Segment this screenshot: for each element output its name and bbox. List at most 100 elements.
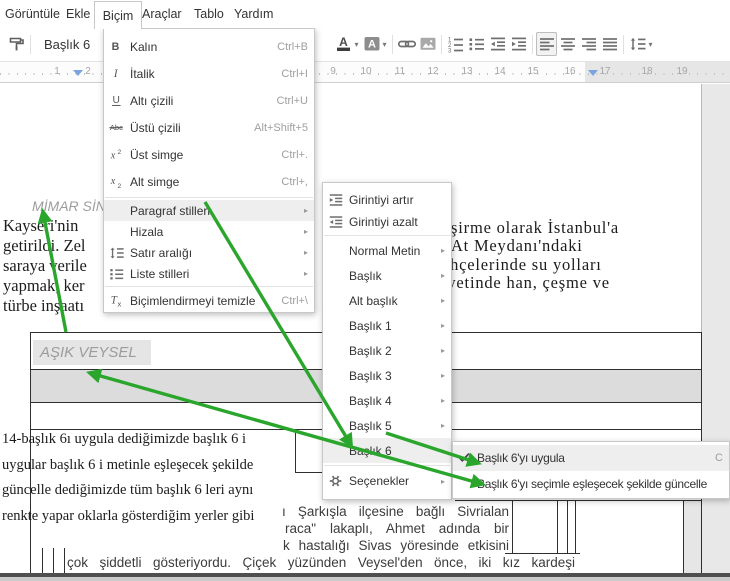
svg-text:A: A xyxy=(340,35,349,49)
table-border-line xyxy=(53,548,54,573)
menu-item-bicimlendirmeyi-temizle[interactable]: Tx Biçimlendirmeyi temizle Ctrl+\ xyxy=(104,289,314,312)
menu-item-baslik-6[interactable]: Başlık 6 ▸ xyxy=(323,438,451,463)
menu-item-label: Başlık xyxy=(349,268,382,283)
menu-item-alt-baslik[interactable]: Alt başlık ▸ xyxy=(323,288,451,313)
check-icon xyxy=(453,450,477,466)
menu-item-label: Üstü çizili xyxy=(130,120,181,135)
insert-link-button[interactable] xyxy=(396,32,417,56)
menu-item-paragraf-stilleri[interactable]: Paragraf stilleri ▸ xyxy=(104,200,314,221)
table-border-line xyxy=(557,500,558,553)
underline-icon: U xyxy=(112,95,121,106)
paint-format-button[interactable] xyxy=(6,32,27,56)
menu-item-kalin[interactable]: B Kalın Ctrl+B xyxy=(104,33,314,60)
chevron-down-icon: ▾ xyxy=(648,39,653,49)
toolbar-separator xyxy=(392,34,393,54)
body-text-line: vşirme olarak İstanbul'a xyxy=(442,218,620,237)
menu-item-baslik[interactable]: Başlık ▸ xyxy=(323,263,451,288)
strikethrough-icon: Abc xyxy=(109,123,123,132)
menu-item-alt-simge[interactable]: x 2 Alt simge Ctrl+, xyxy=(104,168,314,195)
menu-item-baslik-3[interactable]: Başlık 3 ▸ xyxy=(323,363,451,388)
menubar-item-tablo[interactable]: Tablo xyxy=(194,7,224,21)
menu-item-ust-simge[interactable]: x 2 Üst simge Ctrl+. xyxy=(104,141,314,168)
menu-item-shortcut: Ctrl+. xyxy=(281,148,308,161)
bulleted-list-button[interactable] xyxy=(466,32,487,56)
ruler-mark-9: 9 xyxy=(330,66,336,77)
heading6-submenu: Başlık 6'yı uygula C Başlık 6'yı seçimle e… xyxy=(452,441,730,499)
line-spacing-button[interactable]: ▾ xyxy=(627,32,655,56)
justify-button[interactable] xyxy=(599,32,620,56)
align-right-button[interactable] xyxy=(578,32,599,56)
toolbar-separator xyxy=(441,34,442,54)
menu-item-baslik-5[interactable]: Başlık 5 ▸ xyxy=(323,413,451,438)
increase-indent-button[interactable] xyxy=(508,32,529,56)
menubar-item-goruntule[interactable]: Görüntüle xyxy=(5,7,60,21)
menubar-item-bicim-open[interactable]: Biçim xyxy=(94,1,142,29)
menu-item-baslik-2[interactable]: Başlık 2 ▸ xyxy=(323,338,451,363)
style-selector[interactable]: Başlık 6 xyxy=(34,32,100,56)
insert-image-button[interactable] xyxy=(417,32,438,56)
menu-item-label: Girintiyi artır xyxy=(349,193,414,207)
left-indent-marker[interactable] xyxy=(73,70,83,76)
increase-indent-icon xyxy=(511,37,526,51)
menu-item-secenekler[interactable]: Seçenekler ▸ xyxy=(323,468,451,494)
menu-item-label: Başlık 6'yı seçimle eşleşecek şekilde gü… xyxy=(477,477,707,491)
menu-item-label: Alt başlık xyxy=(349,293,398,308)
menu-item-girintiyi-azalt[interactable]: Girintiyi azalt xyxy=(323,211,451,233)
menu-item-i-talik[interactable]: I İtalik Ctrl+I xyxy=(104,60,314,87)
menubar-item-yardim[interactable]: Yardım xyxy=(234,7,273,21)
menu-item-shortcut: Ctrl+U xyxy=(276,94,308,107)
menu-item-alti-cizili[interactable]: U Altı çizili Ctrl+U xyxy=(104,87,314,114)
menu-item-normal-metin[interactable]: Normal Metin ▸ xyxy=(323,238,451,263)
menubar-item-araclar[interactable]: Araçlar xyxy=(142,7,182,21)
menu-item-satir-araligi[interactable]: Satır aralığı ▸ xyxy=(104,242,314,263)
numbered-list-button[interactable]: 123 xyxy=(445,32,466,56)
align-center-button[interactable] xyxy=(557,32,578,56)
menu-item-label: Başlık 1 xyxy=(349,318,392,333)
below-page-area xyxy=(0,577,730,581)
ruler-mark-2: 2 xyxy=(85,66,91,77)
body-text-line: iyetinde han, çeşme ve xyxy=(442,273,610,292)
menu-item-baslik-6-yi-secimle-eslesecek-sekilde-guncelle[interactable]: Başlık 6'yı seçimle eşleşecek şekilde gü… xyxy=(453,471,729,497)
ruler-mark-15: 15 xyxy=(527,66,539,77)
story-text-line: ı Şarkışla ilçesine bağlı Sivrialan xyxy=(282,504,509,519)
body-text-line: saraya verile xyxy=(3,256,87,275)
bulleted-list-icon xyxy=(110,268,124,280)
menu-separator xyxy=(105,286,313,287)
menu-item-label: Alt simge xyxy=(130,174,180,189)
right-margin-marker[interactable] xyxy=(588,70,598,76)
toolbar-separator xyxy=(623,34,624,54)
menu-item-baslik-6-yi-uygula[interactable]: Başlık 6'yı uygula C xyxy=(453,445,729,471)
align-left-button[interactable] xyxy=(536,32,557,56)
decrease-indent-button[interactable] xyxy=(487,32,508,56)
menubar-item-ekle[interactable]: Ekle xyxy=(66,7,90,21)
menu-item-label: Biçimlendirmeyi temizle xyxy=(130,294,256,308)
submenu-arrow-icon: ▸ xyxy=(440,246,445,255)
ruler-mark-18: 18 xyxy=(641,66,653,77)
menu-item-baslik-4[interactable]: Başlık 4 ▸ xyxy=(323,388,451,413)
svg-text:2: 2 xyxy=(117,182,121,189)
highlight-color-button[interactable]: A ▾ xyxy=(361,32,389,56)
menu-item-baslik-1[interactable]: Başlık 1 ▸ xyxy=(323,313,451,338)
style-selector-value: Başlık 6 xyxy=(44,36,91,52)
text-color-icon: A xyxy=(337,35,351,51)
menu-item-ustu-cizili[interactable]: Abc Üstü çizili Alt+Shift+5 xyxy=(104,114,314,141)
submenu-arrow-icon: ▸ xyxy=(440,371,445,380)
insert-link-icon xyxy=(397,40,416,48)
chevron-down-icon: ▾ xyxy=(382,39,387,49)
story-text-line: çok şiddetli gösteriyordu. Çiçek yüzünde… xyxy=(67,555,575,570)
ruler-mark-1: 1 xyxy=(54,66,60,77)
tutorial-note-line: 14-başlık 6ı uygula dediğimizde başlık 6… xyxy=(2,431,247,447)
superscript-icon: x2 xyxy=(104,147,130,163)
submenu-arrow-icon: ▸ xyxy=(440,476,445,486)
gear-icon xyxy=(329,475,342,487)
menu-item-shortcut: Ctrl+B xyxy=(277,40,308,53)
ruler-mark-12: 12 xyxy=(427,66,439,77)
menu-item-girintiyi-artir[interactable]: Girintiyi artır xyxy=(323,189,451,211)
menu-separator xyxy=(324,235,450,236)
menu-item-liste-stilleri[interactable]: Liste stilleri ▸ xyxy=(104,263,314,284)
table-border-line xyxy=(505,553,580,554)
text-color-button[interactable]: A ▾ xyxy=(333,32,361,56)
numbered-list-icon: 123 xyxy=(448,38,463,53)
align-center-icon xyxy=(560,38,575,51)
menu-item-hizala[interactable]: Hizala ▸ xyxy=(104,221,314,242)
